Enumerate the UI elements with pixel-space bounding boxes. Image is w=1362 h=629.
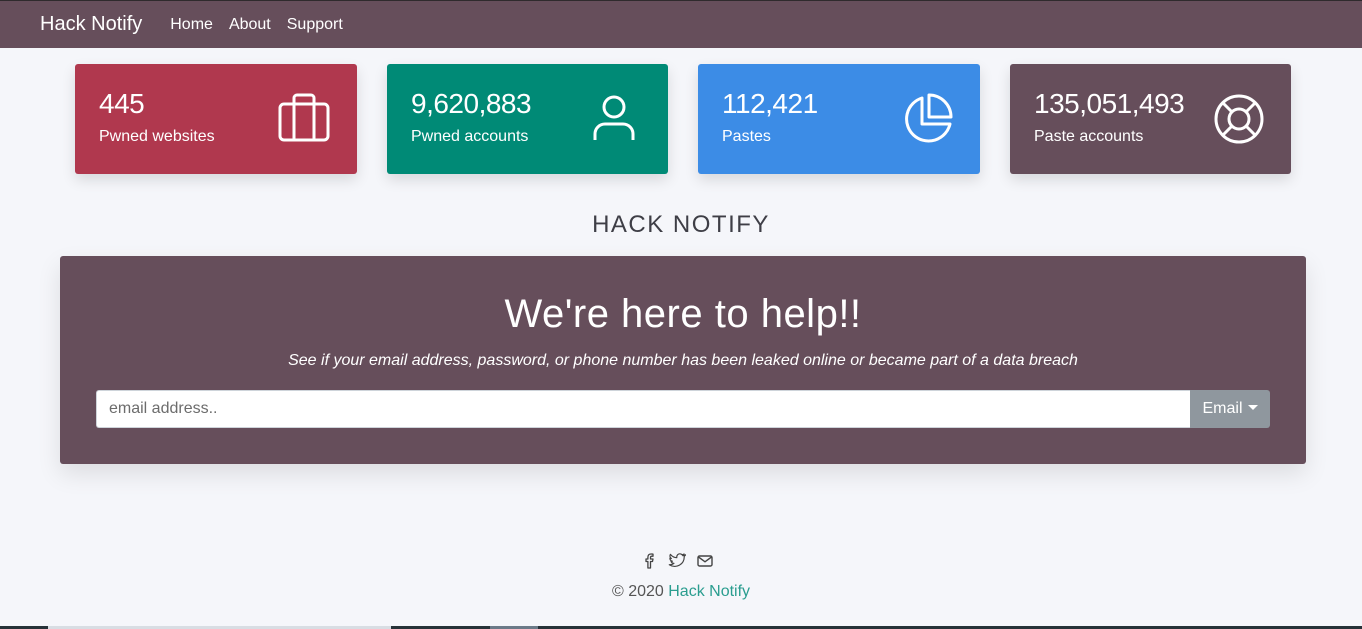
hero-subtitle: See if your email address, password, or … [288, 352, 1078, 369]
social-links [640, 552, 714, 570]
caret-down-icon [1247, 404, 1258, 410]
footer: © 2020 Hack Notify [0, 583, 1362, 601]
footer-brand-link[interactable]: Hack Notify [668, 583, 750, 600]
stat-value: 112,421 [722, 88, 818, 119]
nav-link-about[interactable]: About [229, 16, 271, 34]
twitter-icon[interactable] [668, 552, 687, 570]
stat-label: Pwned accounts [411, 128, 529, 145]
hero-search-panel: We're here to help!! See if your email a… [60, 256, 1306, 464]
stat-card-pwned-websites: 445 Pwned websites [75, 64, 357, 174]
section-title: HACK NOTIFY [592, 211, 770, 238]
hero-title: We're here to help!! [504, 292, 862, 336]
nav-link-home[interactable]: Home [170, 16, 213, 34]
stat-card-pwned-accounts: 9,620,883 Pwned accounts [387, 64, 668, 174]
facebook-icon[interactable] [640, 552, 658, 570]
stat-value: 445 [99, 88, 145, 119]
user-icon [593, 95, 635, 140]
search-type-label: Email [1202, 400, 1243, 417]
stat-value: 135,051,493 [1034, 88, 1185, 119]
brand-logo-link[interactable]: Hack Notify [40, 13, 142, 36]
stat-label: Pastes [722, 128, 771, 145]
life-buoy-icon [1214, 94, 1264, 144]
navbar: Hack Notify Home About Support [0, 0, 1362, 48]
stat-card-pastes: 112,421 Pastes [698, 64, 980, 174]
search-type-dropdown-button[interactable]: Email [1190, 390, 1270, 428]
stat-label: Pwned websites [99, 128, 215, 145]
stat-card-paste-accounts: 135,051,493 Paste accounts [1010, 64, 1291, 174]
copyright-text: © 2020 [611, 583, 664, 600]
mail-icon[interactable] [696, 552, 714, 570]
briefcase-icon [278, 93, 330, 142]
stat-label: Paste accounts [1034, 128, 1144, 145]
stat-value: 9,620,883 [411, 88, 532, 119]
search-input[interactable] [96, 390, 1190, 428]
nav-link-support[interactable]: Support [287, 16, 343, 34]
pie-chart-icon [905, 93, 953, 143]
